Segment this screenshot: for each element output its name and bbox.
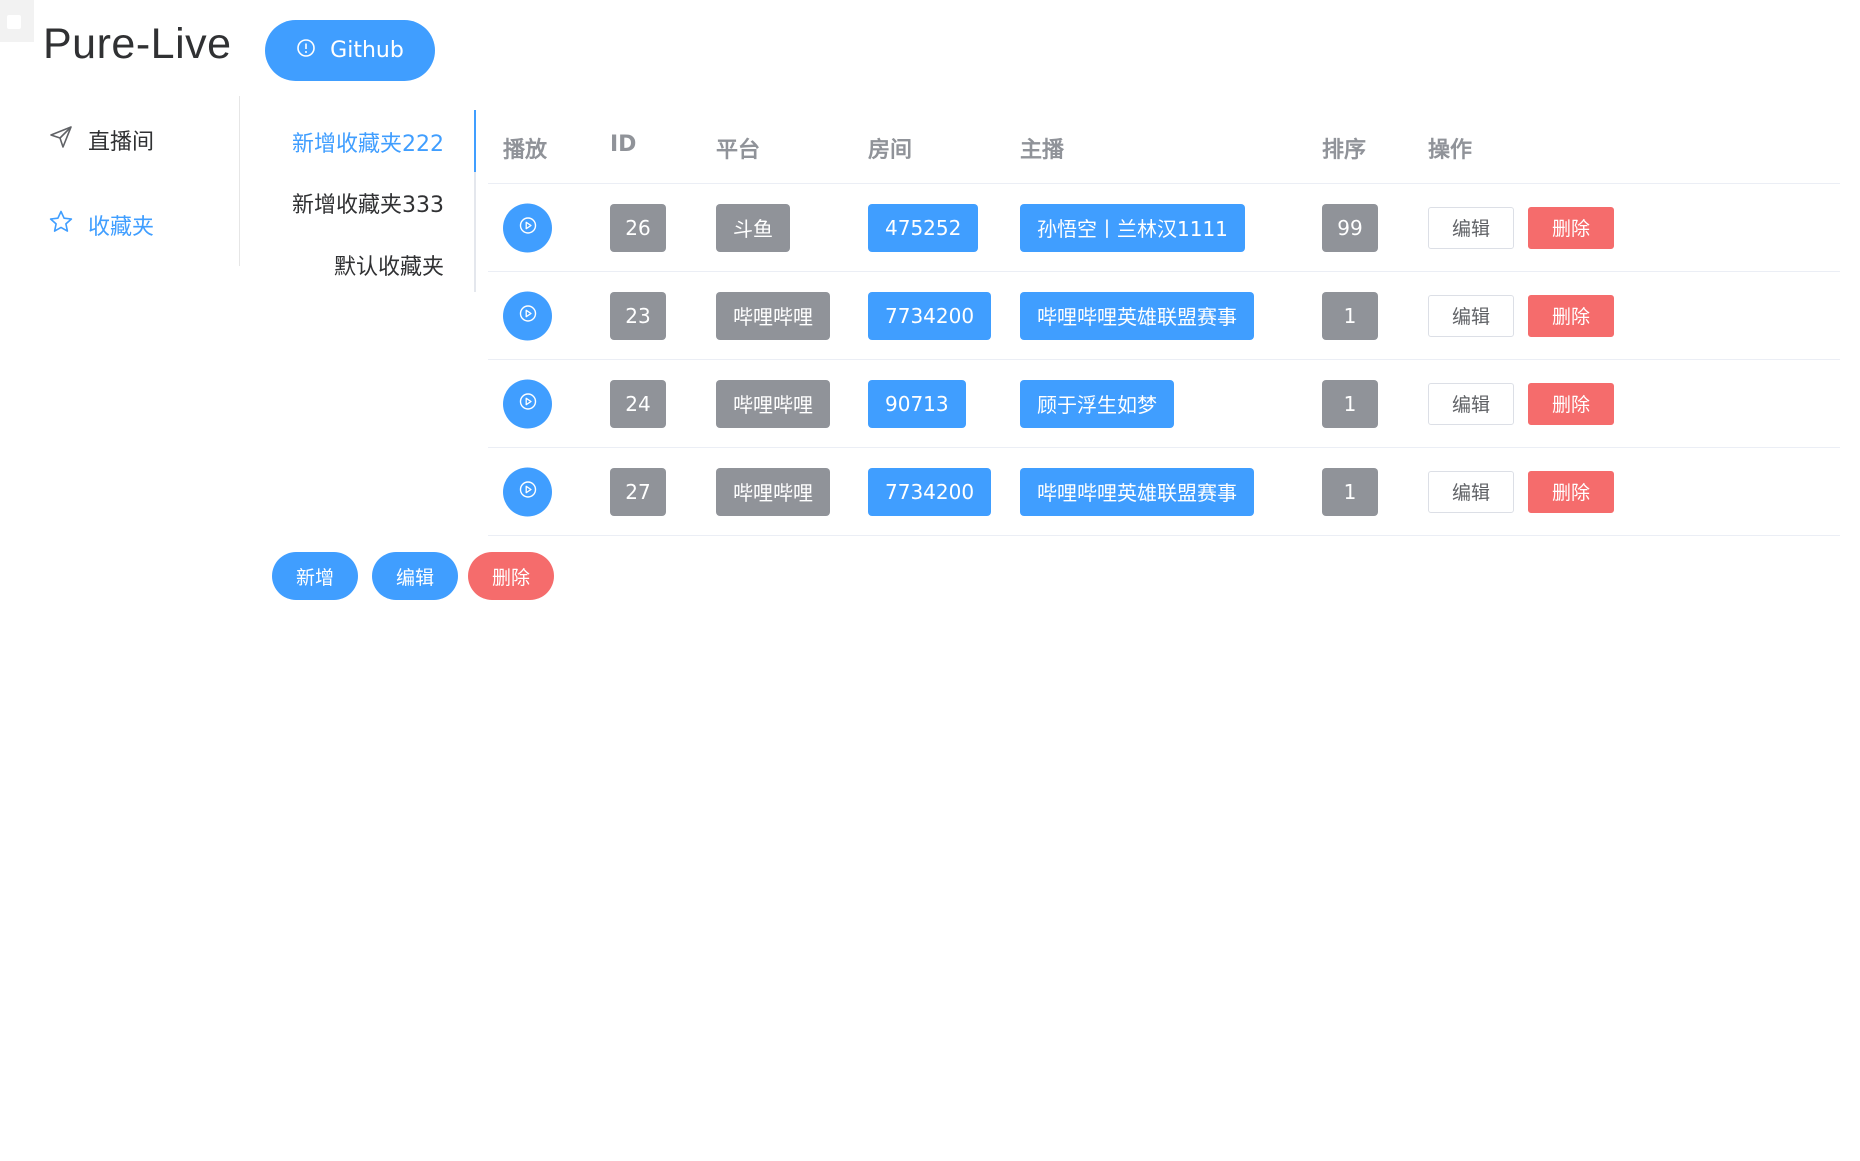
- folder-tab-default[interactable]: 默认收藏夹: [334, 249, 444, 281]
- edit-row-button[interactable]: 编辑: [1428, 206, 1514, 249]
- column-header-ops: 操作: [1428, 138, 1473, 163]
- delete-row-button[interactable]: 删除: [1528, 294, 1614, 337]
- table-row: 24 哔哩哔哩 90713 顾于浮生如梦 1 编辑 删除: [488, 360, 1840, 448]
- add-folder-button[interactable]: 新增: [272, 552, 358, 600]
- send-icon: [48, 124, 74, 156]
- delete-folder-button[interactable]: 删除: [468, 552, 554, 600]
- room-tag: 90713: [868, 379, 966, 428]
- nav-item-label: 直播间: [88, 130, 155, 155]
- room-tag: 7734200: [868, 467, 992, 516]
- delete-row-button[interactable]: 删除: [1528, 382, 1614, 425]
- platform-tag: 斗鱼: [716, 203, 790, 252]
- anchor-tag: 哔哩哔哩英雄联盟赛事: [1020, 291, 1254, 340]
- edit-folder-button[interactable]: 编辑: [372, 552, 458, 600]
- id-tag: 27: [610, 467, 666, 516]
- sort-tag: 1: [1322, 291, 1378, 340]
- platform-tag: 哔哩哔哩: [716, 291, 830, 340]
- folder-tabs: 新增收藏夹222 新增收藏夹333 默认收藏夹: [240, 110, 476, 292]
- nav-item-favorites[interactable]: 收藏夹: [48, 205, 154, 245]
- favorites-table: 播放 ID 平台 房间 主播 排序 操作 26 斗鱼 475252 孙悟空丨兰林…: [488, 118, 1840, 536]
- sort-tag: 99: [1322, 203, 1378, 252]
- play-circle-icon: [519, 481, 537, 503]
- column-header-play: 播放: [503, 138, 548, 163]
- star-icon: [48, 209, 74, 241]
- info-circle-icon: [296, 38, 316, 64]
- delete-row-button[interactable]: 删除: [1528, 206, 1614, 249]
- platform-tag: 哔哩哔哩: [716, 379, 830, 428]
- sort-tag: 1: [1322, 467, 1378, 516]
- play-button[interactable]: [503, 291, 552, 340]
- column-header-room: 房间: [868, 138, 913, 163]
- sort-tag: 1: [1322, 379, 1378, 428]
- column-header-sort: 排序: [1322, 138, 1367, 163]
- window-corner-box: [0, 0, 34, 42]
- play-circle-icon: [519, 393, 537, 415]
- delete-row-button[interactable]: 删除: [1528, 470, 1614, 513]
- column-header-id: ID: [610, 132, 637, 157]
- play-button[interactable]: [503, 379, 552, 428]
- folder-tab-333[interactable]: 新增收藏夹333: [292, 187, 444, 219]
- side-nav: 直播间 收藏夹: [0, 96, 240, 266]
- edit-row-button[interactable]: 编辑: [1428, 382, 1514, 425]
- active-tab-indicator: [474, 110, 476, 172]
- table-row: 27 哔哩哔哩 7734200 哔哩哔哩英雄联盟赛事 1 编辑 删除: [488, 448, 1840, 536]
- table-row: 23 哔哩哔哩 7734200 哔哩哔哩英雄联盟赛事 1 编辑 删除: [488, 272, 1840, 360]
- platform-tag: 哔哩哔哩: [716, 467, 830, 516]
- anchor-tag: 顾于浮生如梦: [1020, 379, 1174, 428]
- github-button-label: Github: [330, 38, 404, 63]
- play-circle-icon: [519, 305, 537, 327]
- id-tag: 24: [610, 379, 666, 428]
- column-header-platform: 平台: [716, 138, 761, 163]
- github-button[interactable]: Github: [265, 20, 435, 81]
- nav-item-label: 收藏夹: [88, 215, 155, 240]
- app-title: Pure-Live: [43, 20, 232, 68]
- room-tag: 7734200: [868, 291, 992, 340]
- edit-row-button[interactable]: 编辑: [1428, 294, 1514, 337]
- edit-row-button[interactable]: 编辑: [1428, 470, 1514, 513]
- play-circle-icon: [519, 217, 537, 239]
- id-tag: 23: [610, 291, 666, 340]
- table-row: 26 斗鱼 475252 孙悟空丨兰林汉1111 99 编辑 删除: [488, 184, 1840, 272]
- anchor-tag: 哔哩哔哩英雄联盟赛事: [1020, 467, 1254, 516]
- table-header: 播放 ID 平台 房间 主播 排序 操作: [488, 118, 1840, 184]
- column-header-anchor: 主播: [1020, 138, 1065, 163]
- play-button[interactable]: [503, 203, 552, 252]
- anchor-tag: 孙悟空丨兰林汉1111: [1020, 203, 1245, 252]
- play-button[interactable]: [503, 467, 552, 516]
- room-tag: 475252: [868, 203, 979, 252]
- id-tag: 26: [610, 203, 666, 252]
- folder-tab-222[interactable]: 新增收藏夹222: [292, 126, 444, 158]
- nav-item-live-room[interactable]: 直播间: [48, 120, 154, 160]
